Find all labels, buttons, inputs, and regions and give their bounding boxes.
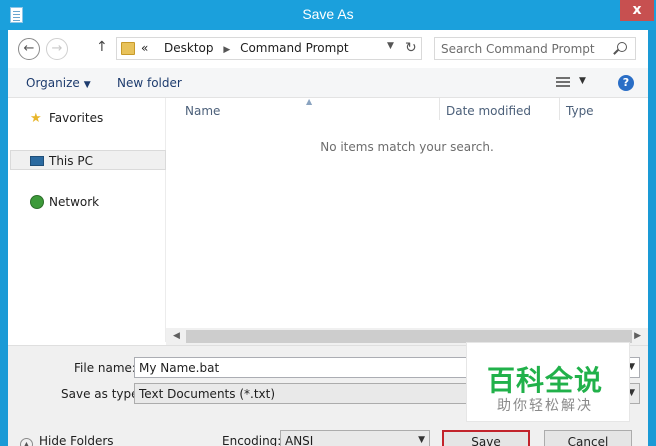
address-bar[interactable]: « Desktop ▶ Command Prompt ▼ ↻ <box>116 37 422 60</box>
scroll-left-icon[interactable]: ◀ <box>173 331 180 341</box>
help-icon[interactable]: ? <box>618 75 634 91</box>
sort-ascending-icon: ▲ <box>306 97 313 106</box>
network-icon <box>30 195 44 209</box>
window-title: Save As <box>302 6 354 22</box>
save-label: Save <box>471 435 501 446</box>
watermark-title: 百科全说 <box>487 364 604 397</box>
watermark-logo: 百科全说 助你轻松解决 <box>466 342 630 422</box>
up-arrow-icon[interactable]: ↑ <box>96 39 108 55</box>
cancel-label: Cancel <box>567 435 609 446</box>
scroll-right-icon[interactable]: ▶ <box>634 331 641 341</box>
save-as-type-value: Text Documents (*.txt) <box>139 387 276 401</box>
save-button[interactable]: Save <box>442 430 530 446</box>
save-as-type-label: Save as type: <box>61 387 143 401</box>
encoding-value: ANSI <box>285 434 314 446</box>
chevron-up-icon: ▲ <box>20 438 33 446</box>
refresh-icon[interactable]: ↻ <box>405 40 417 56</box>
computer-icon <box>30 156 44 166</box>
address-row: ← → ↑ « Desktop ▶ Command Prompt ▼ ↻ <box>8 30 648 68</box>
breadcrumb-command-prompt[interactable]: Command Prompt <box>240 41 349 55</box>
column-header-date-modified[interactable]: Date modified <box>446 104 531 118</box>
organize-label: Organize <box>26 76 80 90</box>
encoding-select[interactable]: ANSI ▼ <box>280 430 430 446</box>
sidebar-item-label: Network <box>49 195 100 209</box>
hide-folders-button[interactable]: ▲ Hide Folders <box>20 434 114 446</box>
back-arrow-icon[interactable]: ← <box>18 38 40 60</box>
search-icon[interactable] <box>617 42 627 52</box>
file-list: ▲ Name Date modified Type No items match… <box>166 97 648 342</box>
navigation-pane: ★ Favorites This PC Network <box>8 98 166 342</box>
hide-folders-label: Hide Folders <box>39 434 114 446</box>
search-box <box>434 37 636 60</box>
breadcrumb-desktop[interactable]: Desktop <box>164 41 214 55</box>
address-dropdown-icon[interactable]: ▼ <box>387 41 394 51</box>
encoding-label: Encoding: <box>222 434 282 446</box>
column-divider[interactable] <box>439 98 440 120</box>
breadcrumb-separator-icon[interactable]: ▶ <box>223 45 230 55</box>
file-name-label: File name: <box>74 361 136 375</box>
view-dropdown-icon[interactable]: ▼ <box>579 76 586 86</box>
empty-message: No items match your search. <box>320 140 494 154</box>
forward-arrow-icon[interactable]: → <box>46 38 68 60</box>
column-divider[interactable] <box>559 98 560 120</box>
close-button[interactable]: x <box>620 0 654 21</box>
chevron-down-icon: ▼ <box>83 80 91 90</box>
search-input[interactable] <box>441 41 611 57</box>
sidebar-item-this-pc[interactable]: This PC <box>10 150 166 170</box>
folder-icon <box>121 42 135 55</box>
command-bar: Organize ▼ New folder ▼ ? <box>8 68 648 98</box>
chevron-down-icon[interactable]: ▼ <box>418 435 425 445</box>
view-options-icon[interactable] <box>556 77 570 88</box>
sidebar-item-favorites[interactable]: ★ Favorites <box>8 108 164 128</box>
new-folder-button[interactable]: New folder <box>117 76 182 90</box>
column-header-name[interactable]: Name <box>185 104 220 118</box>
title-bar: Save As x <box>0 0 656 30</box>
sidebar-item-label: Favorites <box>49 111 104 125</box>
breadcrumb: « Desktop ▶ Command Prompt <box>141 41 349 55</box>
cancel-button[interactable]: Cancel <box>544 430 632 446</box>
sidebar-item-label: This PC <box>49 154 93 168</box>
star-icon: ★ <box>30 111 42 126</box>
sidebar-item-network[interactable]: Network <box>8 192 164 212</box>
column-header-type[interactable]: Type <box>566 104 594 118</box>
watermark-subtitle: 助你轻松解决 <box>497 398 593 414</box>
file-name-value: My Name.bat <box>139 361 220 375</box>
breadcrumb-overflow[interactable]: « <box>141 41 148 55</box>
organize-button[interactable]: Organize ▼ <box>26 76 91 90</box>
